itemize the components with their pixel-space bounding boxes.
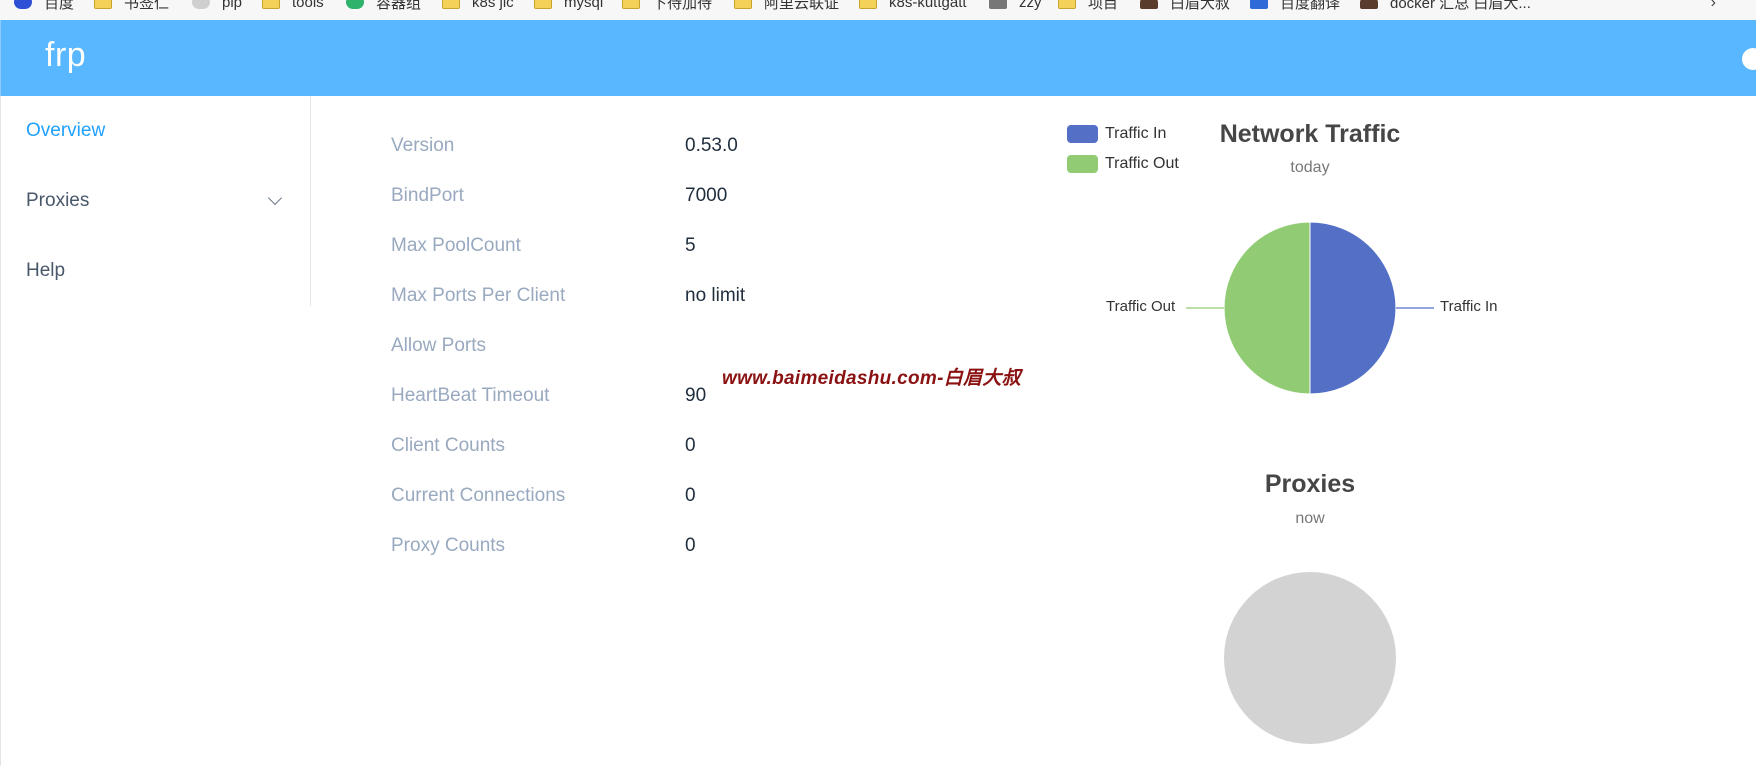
charts-canvas xyxy=(1186,221,1434,744)
pie-slice-traffic-in[interactable] xyxy=(1309,221,1397,395)
pie-slice-traffic-out[interactable] xyxy=(1223,221,1311,395)
proxies-pie-empty xyxy=(1224,572,1396,744)
